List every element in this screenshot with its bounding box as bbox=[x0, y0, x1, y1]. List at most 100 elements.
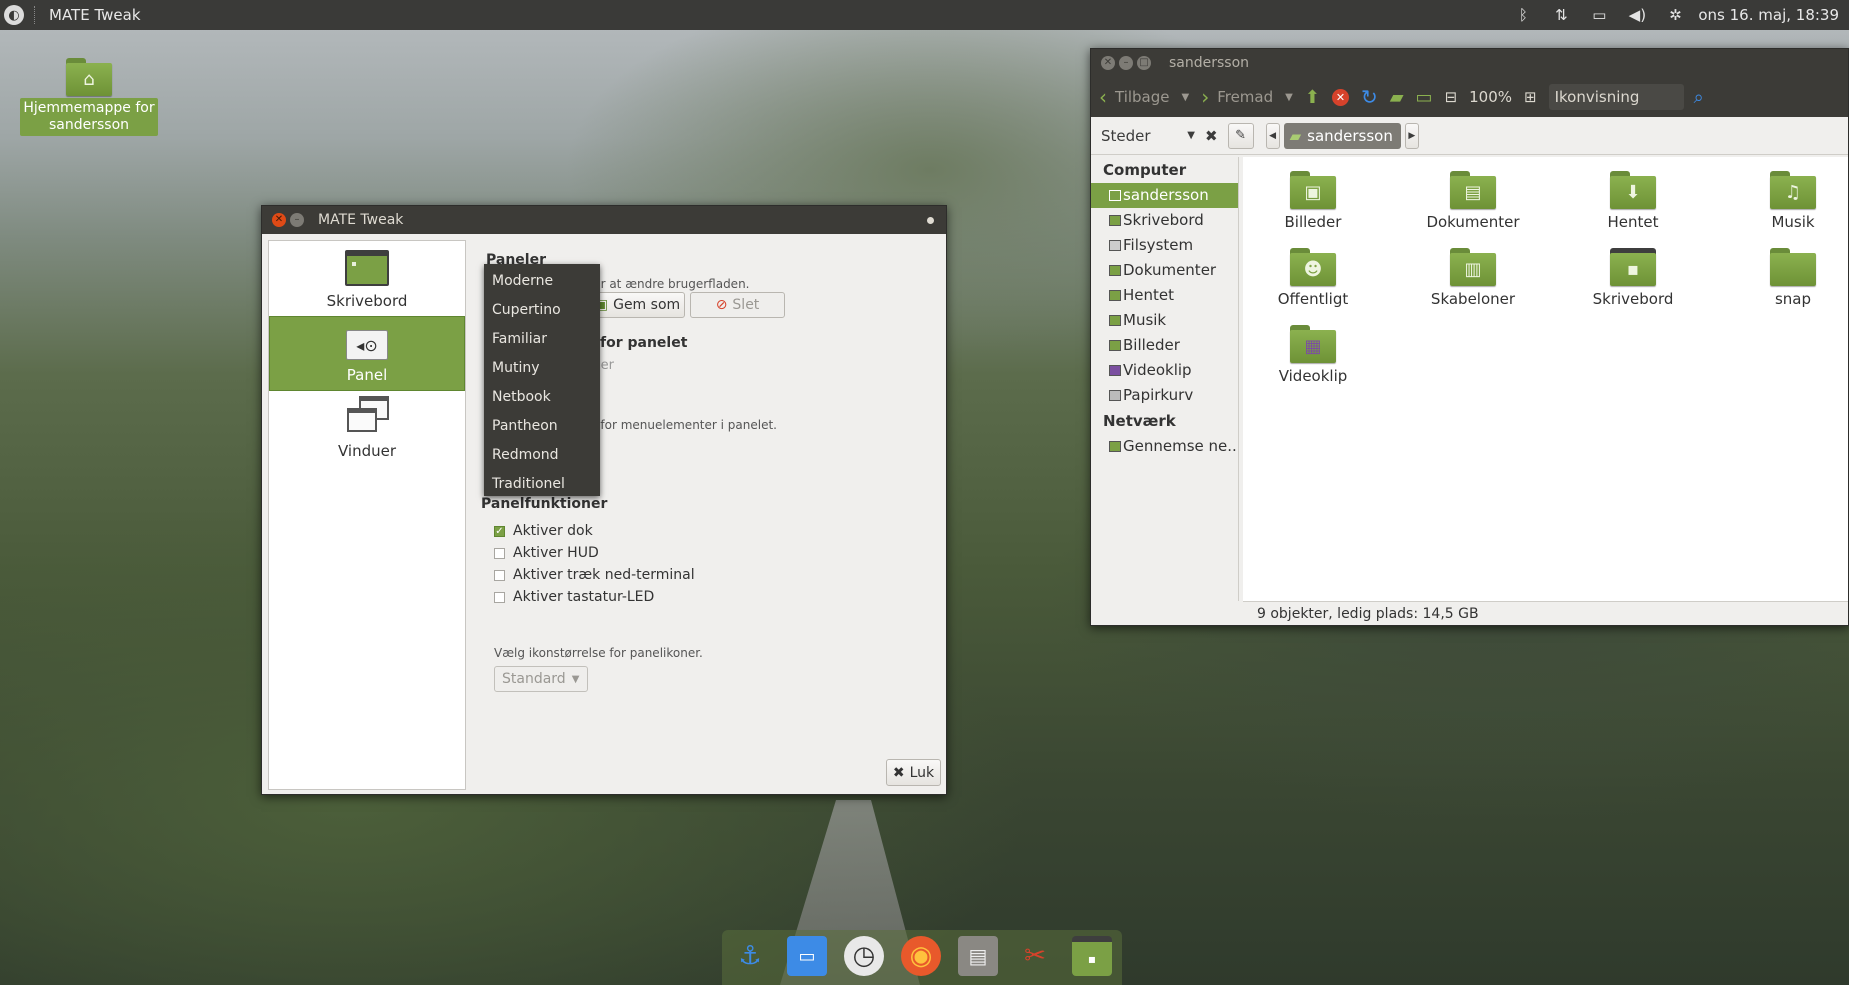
category-panel[interactable]: ◂⊙ Panel bbox=[269, 316, 465, 391]
zoom-level[interactable]: 100% bbox=[1469, 88, 1512, 106]
checkbox-unchecked-icon[interactable] bbox=[494, 591, 505, 603]
sidebar-item-downloads[interactable]: Hentet bbox=[1091, 283, 1238, 308]
reload-icon[interactable]: ↻ bbox=[1361, 85, 1378, 109]
enable-keyboard-led-checkbox[interactable]: Aktiver tastatur-LED bbox=[494, 589, 654, 605]
menu-item-pantheon[interactable]: Pantheon bbox=[484, 412, 600, 441]
close-sidebar-icon[interactable]: ✖ bbox=[1205, 127, 1218, 145]
window-title: sandersson bbox=[1169, 55, 1250, 71]
chevron-down-icon: ▼ bbox=[571, 673, 580, 685]
back-button[interactable]: ‹ Tilbage ▼ bbox=[1099, 85, 1189, 109]
file-item-dokumenter[interactable]: ▤ Dokumenter bbox=[1413, 171, 1533, 231]
home-folder-icon[interactable]: ▰ bbox=[1390, 87, 1404, 108]
menu-items-hint: n for menuelementer i panelet. bbox=[589, 418, 777, 432]
enable-dock-checkbox[interactable]: ✓ Aktiver dok bbox=[494, 523, 593, 539]
checkbox-checked-icon[interactable]: ✓ bbox=[494, 525, 505, 537]
delete-button[interactable]: ⊘ Slet bbox=[690, 292, 785, 318]
file-item-label: Hentet bbox=[1607, 213, 1659, 231]
desktop-icon[interactable]: ▪ bbox=[1072, 936, 1112, 976]
close-button[interactable]: ✖ Luk bbox=[886, 759, 941, 786]
sidebar-item-browse-network[interactable]: Gennemse ne... bbox=[1091, 434, 1238, 459]
zoom-in-icon[interactable]: ⊞ bbox=[1524, 88, 1537, 106]
files-icon[interactable]: ▭ bbox=[787, 936, 827, 976]
save-as-button[interactable]: ▣ Gem som bbox=[590, 292, 685, 318]
network-icon[interactable]: ⇅ bbox=[1542, 6, 1580, 24]
file-manager-icon[interactable]: ▤ bbox=[958, 936, 998, 976]
file-item-musik[interactable]: ♫ Musik bbox=[1733, 171, 1849, 231]
computer-icon[interactable]: ▭ bbox=[1416, 87, 1433, 108]
crumb-left-button[interactable]: ◀ bbox=[1265, 122, 1280, 149]
settings-icon[interactable]: ✲ bbox=[1656, 6, 1694, 24]
menu-item-traditionel[interactable]: Traditionel bbox=[484, 470, 600, 499]
search-icon[interactable]: ⌕ bbox=[1694, 87, 1704, 108]
stop-icon[interactable]: ✕ bbox=[1331, 88, 1349, 106]
menu-item-netbook[interactable]: Netbook bbox=[484, 383, 600, 412]
menu-item-familiar[interactable]: Familiar bbox=[484, 325, 600, 354]
view-mode-select[interactable]: Ikonvisning bbox=[1548, 84, 1684, 110]
file-item-snap[interactable]: snap bbox=[1733, 248, 1849, 308]
sidebar-item-filesystem[interactable]: Filsystem bbox=[1091, 233, 1238, 258]
window-menu-dot-icon[interactable] bbox=[927, 216, 934, 224]
sidebar-item-videos[interactable]: Videoklip bbox=[1091, 358, 1238, 383]
up-arrow-icon[interactable]: ⬆ bbox=[1305, 87, 1320, 108]
pictures-icon: ▣ bbox=[1290, 171, 1336, 209]
enable-hud-checkbox[interactable]: Aktiver HUD bbox=[494, 545, 599, 561]
active-app-title: MATE Tweak bbox=[49, 6, 141, 24]
anchor-icon[interactable]: ⚓ bbox=[730, 936, 770, 976]
file-item-skrivebord[interactable]: ▪ Skrivebord bbox=[1573, 248, 1693, 308]
crumb-right-button[interactable]: ▶ bbox=[1404, 122, 1419, 149]
bluetooth-icon[interactable]: ᛒ bbox=[1504, 6, 1542, 24]
panel-features-heading: for panelet bbox=[600, 335, 688, 351]
icon-size-dropdown[interactable]: Standard ▼ bbox=[494, 666, 588, 692]
sidebar-item-pictures[interactable]: Billeder bbox=[1091, 333, 1238, 358]
checkbox-unchecked-icon[interactable] bbox=[494, 547, 505, 559]
icon-size-value: Standard bbox=[502, 671, 566, 687]
zoom-out-icon[interactable]: ⊟ bbox=[1445, 88, 1458, 106]
forward-button[interactable]: › Fremad ▼ bbox=[1201, 85, 1293, 109]
desktop-home-folder[interactable]: ⌂ Hjemmemappe for sandersson bbox=[20, 58, 158, 136]
file-item-videoklip[interactable]: ▦ Videoklip bbox=[1253, 325, 1373, 385]
main-menu-icon[interactable]: ◐ bbox=[4, 5, 24, 25]
checkbox-label: Aktiver dok bbox=[513, 523, 593, 539]
battery-icon[interactable]: ▭ bbox=[1580, 6, 1618, 24]
sidebar-item-label: Filsystem bbox=[1123, 236, 1194, 254]
file-item-offentligt[interactable]: ☻ Offentligt bbox=[1253, 248, 1373, 308]
tweak-tools-icon[interactable]: ✂ bbox=[1015, 936, 1055, 976]
sidebar-item-sandersson[interactable]: sandersson bbox=[1091, 183, 1238, 208]
menu-item-moderne[interactable]: Moderne bbox=[484, 267, 600, 296]
menu-item-mutiny[interactable]: Mutiny bbox=[484, 354, 600, 383]
minimize-window-button[interactable]: – bbox=[290, 213, 304, 227]
close-window-button[interactable]: ✕ bbox=[1101, 56, 1115, 70]
sidebar-item-trash[interactable]: Papirkurv bbox=[1091, 383, 1238, 408]
file-manager-titlebar[interactable]: ✕ – □ sandersson bbox=[1091, 49, 1848, 77]
places-select[interactable]: Steder ▼ bbox=[1091, 127, 1199, 145]
file-item-label: Skrivebord bbox=[1592, 290, 1674, 308]
panel-clock[interactable]: ons 16. maj, 18:39 bbox=[1694, 6, 1849, 24]
maximize-window-button[interactable]: □ bbox=[1137, 56, 1151, 70]
file-item-skabeloner[interactable]: ▥ Skabeloner bbox=[1413, 248, 1533, 308]
tweak-titlebar[interactable]: ✕ – MATE Tweak bbox=[262, 206, 946, 234]
category-label: Skrivebord bbox=[326, 292, 408, 310]
panel-indicators: ᛒ ⇅ ▭ ◀) ✲ ons 16. maj, 18:39 bbox=[1504, 0, 1849, 30]
sidebar-item-music[interactable]: Musik bbox=[1091, 308, 1238, 333]
sidebar-item-documents[interactable]: Dokumenter bbox=[1091, 258, 1238, 283]
file-item-hentet[interactable]: ⬇ Hentet bbox=[1573, 171, 1693, 231]
pictures-icon bbox=[1109, 340, 1121, 351]
minimize-window-button[interactable]: – bbox=[1119, 56, 1133, 70]
sidebar-item-label: Hentet bbox=[1123, 286, 1175, 304]
download-icon bbox=[1109, 290, 1121, 301]
enable-dropdown-terminal-checkbox[interactable]: Aktiver træk ned-terminal bbox=[494, 567, 695, 583]
path-crumb-home[interactable]: ▰ sandersson bbox=[1283, 122, 1401, 149]
volume-icon[interactable]: ◀) bbox=[1618, 6, 1656, 24]
close-window-button[interactable]: ✕ bbox=[272, 213, 286, 227]
firefox-icon[interactable]: ◉ bbox=[901, 936, 941, 976]
menu-item-cupertino[interactable]: Cupertino bbox=[484, 296, 600, 325]
menu-item-redmond[interactable]: Redmond bbox=[484, 441, 600, 470]
clock-icon[interactable]: ◷ bbox=[844, 936, 884, 976]
file-item-billeder[interactable]: ▣ Billeder bbox=[1253, 171, 1373, 231]
category-desktop[interactable]: Skrivebord bbox=[269, 241, 465, 316]
sidebar-item-desktop[interactable]: Skrivebord bbox=[1091, 208, 1238, 233]
file-item-label: Musik bbox=[1771, 213, 1815, 231]
checkbox-unchecked-icon[interactable] bbox=[494, 569, 505, 581]
category-windows[interactable]: Vinduer bbox=[269, 391, 465, 466]
edit-location-button[interactable]: ✎ bbox=[1227, 122, 1254, 149]
